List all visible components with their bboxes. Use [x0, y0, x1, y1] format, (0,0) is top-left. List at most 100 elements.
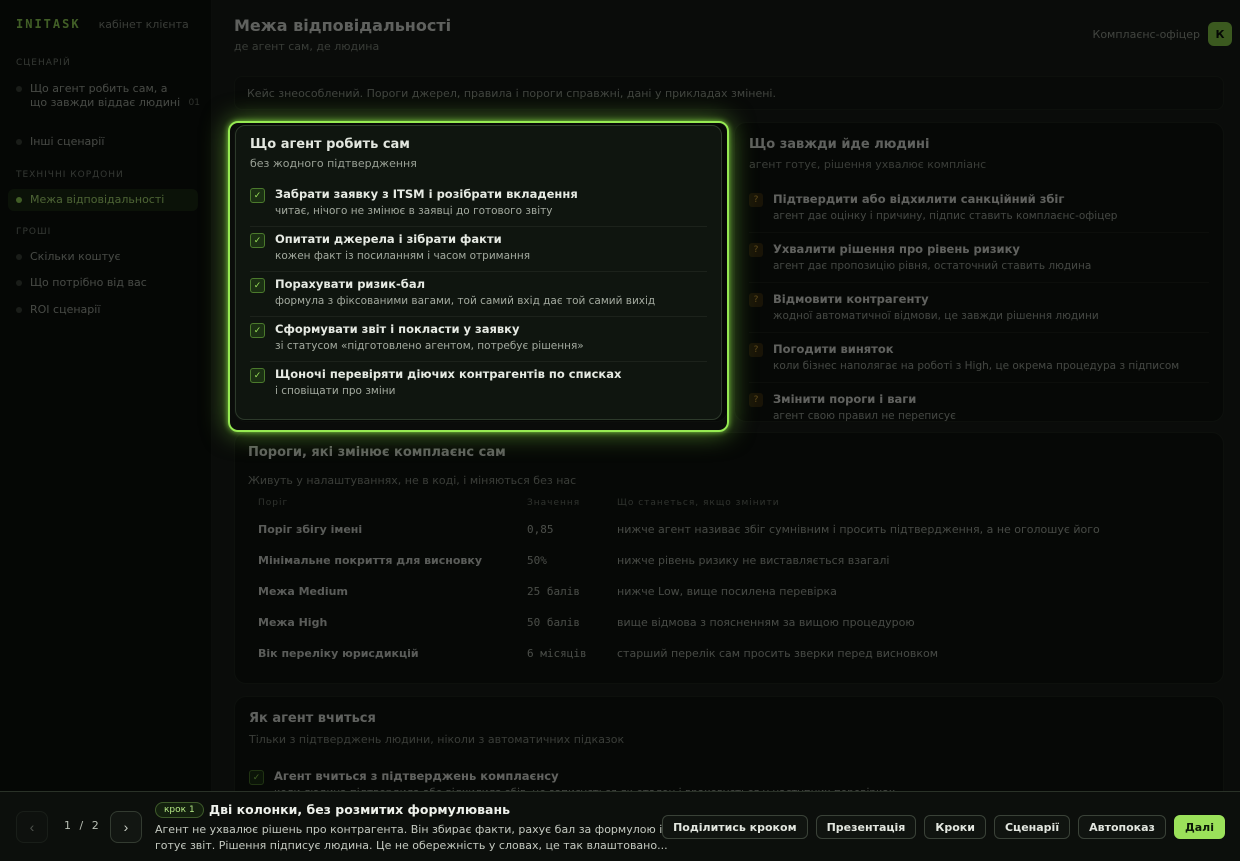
item-title: Погодити виняток [773, 342, 894, 356]
thresholds-title: Пороги, які змінює комплаєнс сам [248, 445, 506, 460]
check-icon: ✓ [250, 188, 265, 203]
item-desc: зі статусом «підготовлено агентом, потре… [275, 340, 584, 352]
item-title: Агент вчиться з підтверджень комплаєнсу [274, 769, 559, 783]
presentation-button[interactable]: Презентація [815, 815, 917, 839]
item-title: Підтвердити або відхилити санкційний збі… [773, 192, 1065, 206]
learning-title: Як агент вчиться [249, 711, 376, 726]
human-card: Що завжди йде людині агент готує, рішенн… [734, 122, 1224, 422]
threshold-desc: нижче рівень ризику не виставляється вза… [617, 554, 890, 567]
step-badge: крок 1 [155, 802, 204, 818]
item-desc: і сповіщати про зміни [275, 385, 396, 397]
sidebar-item-label: Скільки коштує [30, 250, 121, 263]
check-icon: ✓ [250, 278, 265, 293]
brand-subtitle: кабінет клієнта [98, 18, 189, 31]
bullet-icon [16, 280, 22, 286]
threshold-value[interactable]: 25 балів [517, 576, 607, 607]
threshold-value[interactable]: 0,85 [517, 514, 607, 545]
human-card-title: Що завжди йде людині [749, 137, 930, 152]
brand: INITASK кабінет клієнта [16, 17, 189, 31]
share-step-button[interactable]: Поділитись кроком [662, 815, 808, 839]
item-title: Порахувати ризик-бал [275, 277, 426, 291]
agent-card-subtitle: без жодного підтвердження [250, 157, 417, 170]
thresholds-table: Поріг Значення Що станеться, якщо змінит… [234, 492, 1224, 669]
notice-banner: Кейс знеособлений. Пороги джерел, правил… [234, 76, 1224, 110]
sidebar-section-title: Сценарій [16, 58, 71, 68]
threshold-value[interactable]: 50 балів [517, 607, 607, 638]
account-menu[interactable]: Комплаєнс-офіцер К [1093, 22, 1232, 46]
bullet-icon [16, 254, 22, 260]
sidebar-item-label: Що агент робить сам, а що завжди віддає … [30, 82, 181, 109]
human-card-subtitle: агент готує, рішення ухвалює компліанс [749, 158, 987, 171]
check-icon: ✓ [249, 770, 264, 785]
sidebar-section-title: Гроші [16, 227, 52, 237]
check-icon: ✓ [250, 233, 265, 248]
scenarios-button[interactable]: Сценарії [993, 815, 1071, 839]
account-name: Комплаєнс-офіцер [1092, 27, 1200, 41]
sidebar-item-label: Межа відповідальності [30, 193, 165, 206]
list-item: ? Погодити виняток коли бізнес наполягає … [749, 333, 1209, 383]
threshold-desc: нижче агент називає збіг сумнівним і про… [617, 523, 1100, 536]
next-button[interactable]: Далі [1173, 815, 1225, 839]
list-item: ✓ Опитати джерела і зібрати факти кожен ф… [250, 227, 707, 272]
sidebar-item-roi[interactable]: ROI сценарії [16, 303, 200, 317]
threshold-name: Поріг збігу імені [258, 523, 363, 536]
learning-card: Як агент вчиться Тільки з підтверджень л… [234, 696, 1224, 806]
item-title: Сформувати звіт і покласти у заявку [275, 322, 520, 336]
threshold-value[interactable]: 6 місяців [517, 638, 607, 669]
threshold-desc: нижче Low, вище посилена перевірка [617, 585, 837, 598]
threshold-desc: вище відмова з поясненням за вищою проце… [617, 616, 915, 629]
current-step: 1 [64, 819, 71, 832]
item-title: Опитати джерела і зібрати факти [275, 232, 502, 246]
prev-step-button[interactable]: ‹ [16, 811, 48, 843]
list-item: ✓ Сформувати звіт і покласти у заявку зі … [250, 317, 707, 362]
threshold-name: Межа Medium [258, 585, 348, 598]
sidebar-item-scenario[interactable]: Що агент робить сам, а що завжди віддає … [16, 82, 200, 110]
table-row: Межа High 50 балів вище відмова з поясне… [234, 607, 1224, 638]
sidebar-item-other-scenarios[interactable]: Інші сценарії [16, 135, 200, 149]
threshold-desc: старший перелік сам просить зверки перед… [617, 647, 938, 660]
question-icon: ? [749, 193, 763, 207]
list-item: ? Підтвердити або відхилити санкційний з… [749, 183, 1209, 233]
agent-card: Що агент робить сам без жодного підтверд… [235, 125, 722, 420]
question-icon: ? [749, 293, 763, 307]
sidebar: INITASK кабінет клієнта Сценарій Що аген… [0, 0, 212, 861]
item-desc: читає, нічого не змінює в заявці до гото… [275, 205, 553, 217]
total-steps: 2 [91, 819, 99, 832]
sidebar-item-requirements[interactable]: Що потрібно від вас [16, 276, 200, 290]
threshold-value[interactable]: 50% [517, 545, 607, 576]
pager-separator: / [79, 819, 84, 832]
steps-button[interactable]: Кроки [924, 815, 986, 839]
check-icon: ✓ [250, 368, 265, 383]
table-row: Поріг збігу імені 0,85 нижче агент назив… [234, 514, 1224, 545]
item-title: Забрати заявку з ITSM і розібрати вкладе… [275, 187, 578, 201]
item-desc: агент дає оцінку і причину, підпис стави… [773, 210, 1118, 222]
threshold-name: Мінімальне покриття для висновку [258, 554, 483, 567]
sidebar-item-label: Інші сценарії [30, 135, 105, 148]
question-icon: ? [749, 393, 763, 407]
item-title: Відмовити контрагенту [773, 292, 929, 306]
item-desc: кожен факт із посиланням і часом отриман… [275, 250, 531, 262]
list-item: ? Ухвалити рішення про рівень ризику аген… [749, 233, 1209, 283]
bullet-icon [16, 307, 22, 313]
sidebar-item-responsibility[interactable]: Межа відповідальності [8, 189, 198, 211]
table-row: Вік переліку юрисдикцій 6 місяців старши… [234, 638, 1224, 669]
item-title: Змінити пороги і ваги [773, 392, 917, 406]
column-header: Поріг [258, 498, 289, 508]
step-title: Дві колонки, без розмитих формулювань [209, 802, 510, 817]
list-item: ? Змінити пороги і ваги агент свою правил… [749, 383, 1209, 432]
avatar[interactable]: К [1208, 22, 1232, 46]
column-header: Значення [527, 498, 581, 508]
item-desc: жодної автоматичної відмови, це завжди р… [773, 310, 1099, 322]
brand-logo: INITASK [16, 17, 81, 31]
list-item: ✓ Порахувати ризик-бал формула з фіксован… [250, 272, 707, 317]
table-header: Поріг Значення Що станеться, якщо змінит… [234, 492, 1224, 514]
item-desc: агент дає пропозицію рівня, остаточний с… [773, 260, 1092, 272]
question-icon: ? [749, 243, 763, 257]
sidebar-item-cost[interactable]: Скільки коштує [16, 250, 200, 264]
threshold-name: Межа High [258, 616, 328, 629]
sidebar-section-title: Технічні кордони [16, 170, 124, 180]
next-step-button[interactable]: › [110, 811, 142, 843]
table-row: Мінімальне покриття для висновку 50% ниж… [234, 545, 1224, 576]
autoplay-button[interactable]: Автопоказ [1078, 815, 1166, 839]
step-description: Агент не ухвалює рішень про контрагента.… [155, 823, 668, 852]
